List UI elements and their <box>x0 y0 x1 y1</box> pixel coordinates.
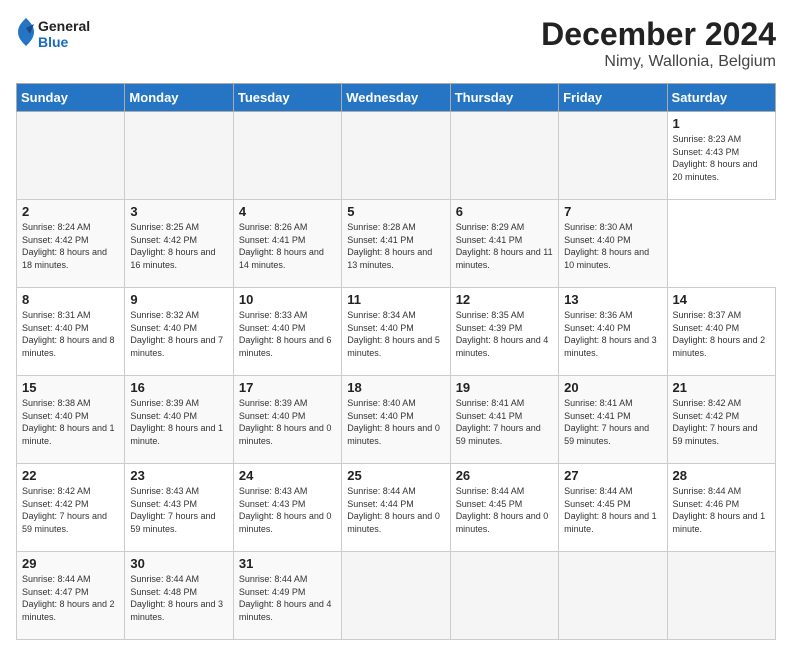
header-tuesday: Tuesday <box>233 84 341 112</box>
calendar-subtitle: Nimy, Wallonia, Belgium <box>541 53 776 71</box>
empty-cell <box>342 112 450 200</box>
page-header: General Blue December 2024 Nimy, Walloni… <box>16 16 776 71</box>
calendar-week-4: 15Sunrise: 8:38 AMSunset: 4:40 PMDayligh… <box>17 376 776 464</box>
header-sunday: Sunday <box>17 84 125 112</box>
day-cell-17: 17Sunrise: 8:39 AMSunset: 4:40 PMDayligh… <box>233 376 341 464</box>
day-cell-24: 24Sunrise: 8:43 AMSunset: 4:43 PMDayligh… <box>233 464 341 552</box>
day-cell-26: 26Sunrise: 8:44 AMSunset: 4:45 PMDayligh… <box>450 464 558 552</box>
day-cell-22: 22Sunrise: 8:42 AMSunset: 4:42 PMDayligh… <box>17 464 125 552</box>
calendar-table: SundayMondayTuesdayWednesdayThursdayFrid… <box>16 83 776 640</box>
day-cell-14: 14Sunrise: 8:37 AMSunset: 4:40 PMDayligh… <box>667 288 775 376</box>
day-cell-1: 1Sunrise: 8:23 AMSunset: 4:43 PMDaylight… <box>667 112 775 200</box>
empty-cell <box>125 112 233 200</box>
day-cell-29: 29Sunrise: 8:44 AMSunset: 4:47 PMDayligh… <box>17 552 125 640</box>
day-cell-10: 10Sunrise: 8:33 AMSunset: 4:40 PMDayligh… <box>233 288 341 376</box>
day-cell-11: 11Sunrise: 8:34 AMSunset: 4:40 PMDayligh… <box>342 288 450 376</box>
header-monday: Monday <box>125 84 233 112</box>
calendar-week-1: 1Sunrise: 8:23 AMSunset: 4:43 PMDaylight… <box>17 112 776 200</box>
day-cell-21: 21Sunrise: 8:42 AMSunset: 4:42 PMDayligh… <box>667 376 775 464</box>
day-cell-4: 4Sunrise: 8:26 AMSunset: 4:41 PMDaylight… <box>233 200 341 288</box>
header-saturday: Saturday <box>667 84 775 112</box>
header-wednesday: Wednesday <box>342 84 450 112</box>
day-cell-16: 16Sunrise: 8:39 AMSunset: 4:40 PMDayligh… <box>125 376 233 464</box>
logo-container: General Blue <box>16 16 90 52</box>
empty-cell <box>450 112 558 200</box>
header-friday: Friday <box>559 84 667 112</box>
title-block: December 2024 Nimy, Wallonia, Belgium <box>541 16 776 71</box>
empty-cell <box>17 112 125 200</box>
logo: General Blue <box>16 16 90 52</box>
day-cell-25: 25Sunrise: 8:44 AMSunset: 4:44 PMDayligh… <box>342 464 450 552</box>
day-cell-28: 28Sunrise: 8:44 AMSunset: 4:46 PMDayligh… <box>667 464 775 552</box>
day-cell-2: 2Sunrise: 8:24 AMSunset: 4:42 PMDaylight… <box>17 200 125 288</box>
day-cell-31: 31Sunrise: 8:44 AMSunset: 4:49 PMDayligh… <box>233 552 341 640</box>
day-cell-30: 30Sunrise: 8:44 AMSunset: 4:48 PMDayligh… <box>125 552 233 640</box>
day-cell-12: 12Sunrise: 8:35 AMSunset: 4:39 PMDayligh… <box>450 288 558 376</box>
empty-cell <box>450 552 558 640</box>
day-cell-9: 9Sunrise: 8:32 AMSunset: 4:40 PMDaylight… <box>125 288 233 376</box>
day-cell-18: 18Sunrise: 8:40 AMSunset: 4:40 PMDayligh… <box>342 376 450 464</box>
calendar-title: December 2024 <box>541 16 776 53</box>
day-cell-20: 20Sunrise: 8:41 AMSunset: 4:41 PMDayligh… <box>559 376 667 464</box>
day-cell-13: 13Sunrise: 8:36 AMSunset: 4:40 PMDayligh… <box>559 288 667 376</box>
day-cell-7: 7Sunrise: 8:30 AMSunset: 4:40 PMDaylight… <box>559 200 667 288</box>
logo-bird-icon <box>16 16 36 52</box>
day-cell-19: 19Sunrise: 8:41 AMSunset: 4:41 PMDayligh… <box>450 376 558 464</box>
day-cell-27: 27Sunrise: 8:44 AMSunset: 4:45 PMDayligh… <box>559 464 667 552</box>
days-header-row: SundayMondayTuesdayWednesdayThursdayFrid… <box>17 84 776 112</box>
day-cell-23: 23Sunrise: 8:43 AMSunset: 4:43 PMDayligh… <box>125 464 233 552</box>
day-cell-8: 8Sunrise: 8:31 AMSunset: 4:40 PMDaylight… <box>17 288 125 376</box>
calendar-week-5: 22Sunrise: 8:42 AMSunset: 4:42 PMDayligh… <box>17 464 776 552</box>
day-cell-3: 3Sunrise: 8:25 AMSunset: 4:42 PMDaylight… <box>125 200 233 288</box>
empty-cell <box>233 112 341 200</box>
header-thursday: Thursday <box>450 84 558 112</box>
empty-cell <box>342 552 450 640</box>
empty-cell <box>559 112 667 200</box>
empty-cell <box>559 552 667 640</box>
calendar-week-2: 2Sunrise: 8:24 AMSunset: 4:42 PMDaylight… <box>17 200 776 288</box>
calendar-week-6: 29Sunrise: 8:44 AMSunset: 4:47 PMDayligh… <box>17 552 776 640</box>
logo-text-general: General <box>38 18 90 34</box>
day-cell-15: 15Sunrise: 8:38 AMSunset: 4:40 PMDayligh… <box>17 376 125 464</box>
day-cell-5: 5Sunrise: 8:28 AMSunset: 4:41 PMDaylight… <box>342 200 450 288</box>
empty-cell <box>667 552 775 640</box>
logo-text-blue: Blue <box>38 34 90 50</box>
calendar-week-3: 8Sunrise: 8:31 AMSunset: 4:40 PMDaylight… <box>17 288 776 376</box>
day-cell-6: 6Sunrise: 8:29 AMSunset: 4:41 PMDaylight… <box>450 200 558 288</box>
